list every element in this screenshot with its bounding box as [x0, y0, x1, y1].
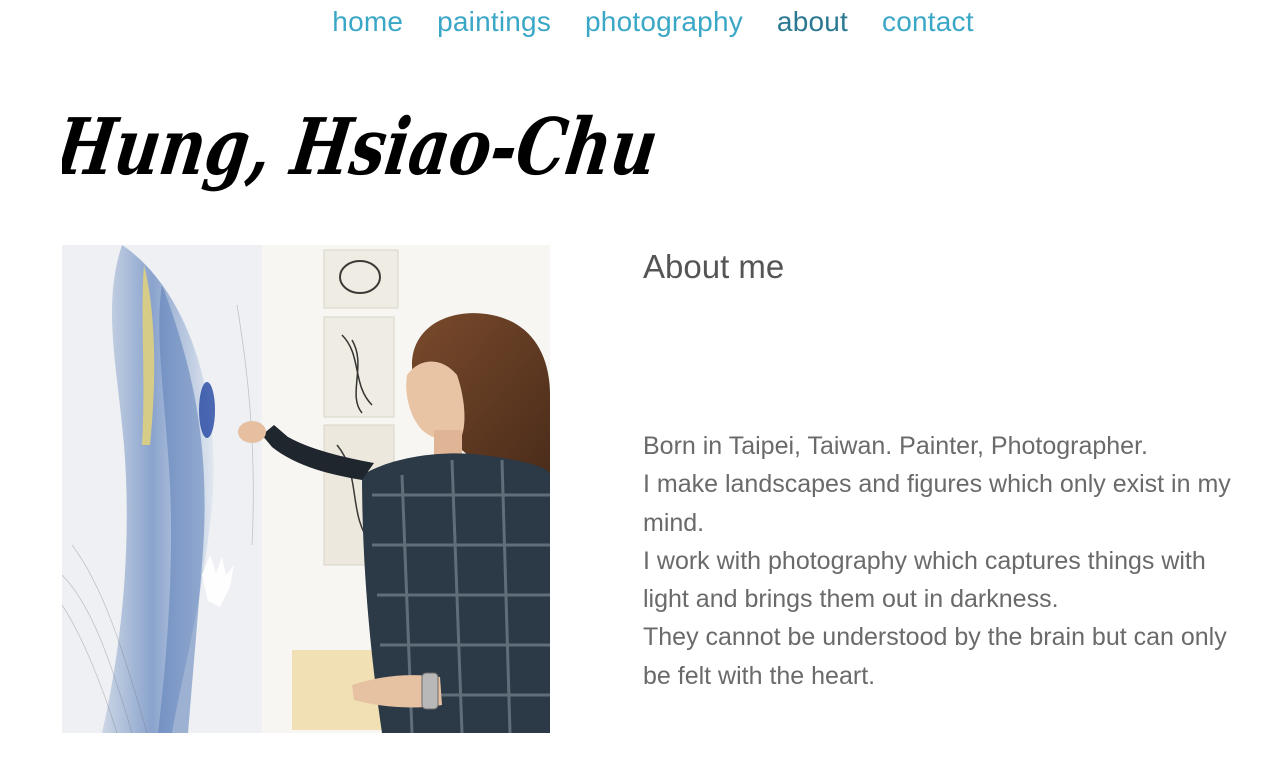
- artist-name-text: Hung, Hsiao-Chu: [62, 101, 663, 193]
- artist-portrait-photo: [62, 245, 550, 733]
- main-nav: home paintings photography about contact: [0, 4, 1280, 40]
- about-page: home paintings photography about contact…: [0, 0, 1280, 757]
- nav-link-home[interactable]: home: [332, 4, 403, 40]
- about-line: I work with photography which captures t…: [643, 546, 1206, 614]
- nav-link-photography[interactable]: photography: [585, 4, 743, 40]
- about-line: Born in Taipei, Taiwan. Painter, Photogr…: [643, 432, 1148, 460]
- nav-link-contact[interactable]: contact: [882, 4, 974, 40]
- nav-link-about[interactable]: about: [777, 4, 848, 40]
- about-line: I make landscapes and figures which only…: [643, 470, 1231, 537]
- nav-link-paintings[interactable]: paintings: [437, 4, 551, 40]
- about-heading: About me: [643, 248, 785, 285]
- about-bio-text: Born in Taipei, Taiwan. Painter, Photogr…: [643, 427, 1253, 695]
- about-line: They cannot be understood by the brain b…: [643, 623, 1227, 690]
- artist-signature-title: Hung, Hsiao-Chu: [62, 82, 672, 222]
